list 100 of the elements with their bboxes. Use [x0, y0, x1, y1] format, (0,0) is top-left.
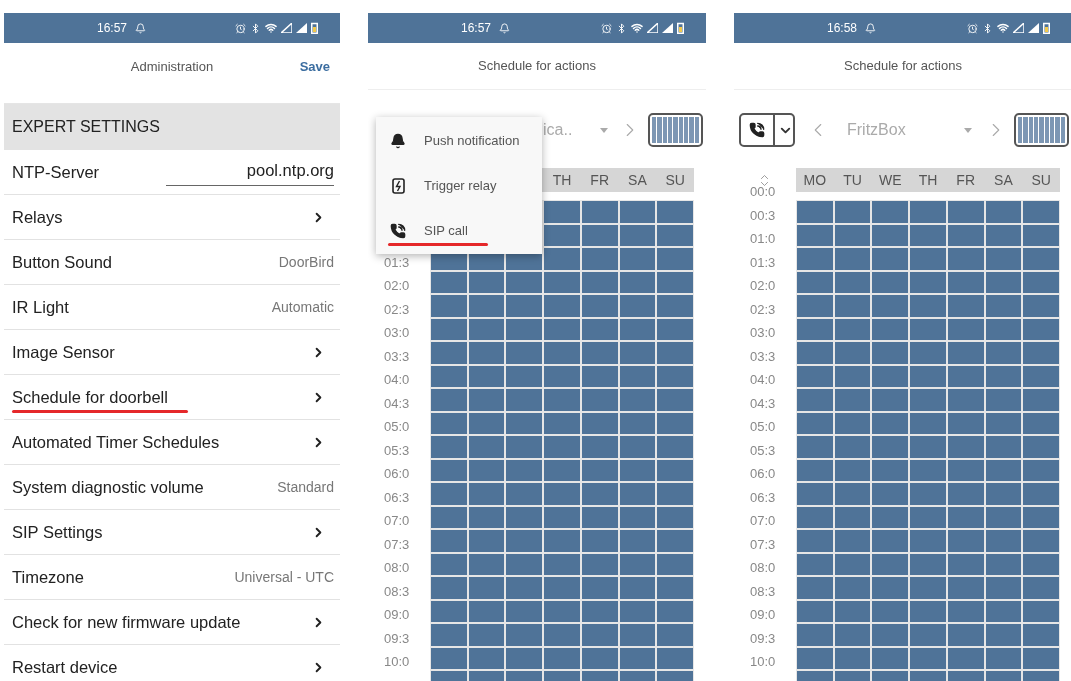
time-label: 09:0: [384, 608, 410, 622]
menu-item[interactable]: SIP call: [376, 208, 542, 253]
settings-row[interactable]: Relays: [4, 195, 340, 240]
settings-row[interactable]: Button Sound DoorBird: [4, 240, 340, 285]
menu-item-label: Trigger relay: [424, 176, 497, 195]
settings-row[interactable]: Image Sensor: [4, 330, 340, 375]
grid-view-button[interactable]: [1014, 113, 1069, 147]
menu-item[interactable]: Push notification: [376, 118, 542, 163]
time-label: 05:3: [750, 443, 776, 457]
battery-icon: [311, 22, 318, 34]
settings-row[interactable]: NTP-Server pool.ntp.org: [4, 150, 340, 195]
row-label: IR Light: [12, 296, 69, 318]
day-label: FR: [590, 170, 610, 190]
row-label: SIP Settings: [12, 521, 103, 543]
alarm-icon: [601, 22, 612, 34]
day-label: SU: [665, 170, 685, 190]
schedule-grid[interactable]: [796, 200, 1060, 681]
time-label: 10:0: [384, 655, 410, 669]
save-button[interactable]: Save: [299, 56, 330, 77]
bell-icon: [390, 132, 406, 149]
time-label: 01:0: [750, 232, 776, 246]
signal-icon: [647, 23, 658, 33]
input-field[interactable]: pool.ntp.org: [166, 158, 334, 186]
day-label: FR: [956, 170, 976, 190]
settings-row[interactable]: System diagnostic volume Standard: [4, 465, 340, 510]
row-label: Check for new firmware update: [12, 611, 241, 633]
battery-icon: [677, 22, 684, 34]
settings-row[interactable]: Check for new firmware update: [4, 600, 340, 645]
wifi-icon: [631, 22, 643, 34]
settings-row[interactable]: IR Light Automatic: [4, 285, 340, 330]
dropdown-caret-icon: [600, 127, 608, 133]
menu-item-label: SIP call: [424, 221, 469, 240]
dropdown-caret-icon: [964, 127, 972, 133]
section-header: EXPERT SETTINGS: [4, 104, 340, 150]
time-label: 09:3: [750, 631, 776, 645]
day-label: SA: [628, 170, 647, 190]
time-label: 03:0: [384, 326, 410, 340]
wifi-icon: [997, 22, 1009, 34]
notification-icon: [499, 22, 511, 34]
row-label: Relays: [12, 206, 63, 228]
day-label: SU: [1031, 170, 1051, 190]
screen-title: Administration: [130, 57, 214, 76]
settings-row[interactable]: Automated Timer Schedules: [4, 420, 340, 465]
time-label: 07:3: [384, 537, 410, 551]
time-label: 08:3: [384, 584, 410, 598]
grid-view-button[interactable]: [648, 113, 703, 147]
day-label: TH: [552, 170, 572, 190]
time-label: 05:3: [384, 443, 410, 457]
time-label: 00:3: [750, 208, 776, 222]
time-label: 06:3: [750, 490, 776, 504]
settings-row[interactable]: Timezone Universal - UTC: [4, 555, 340, 600]
day-label: WE: [879, 170, 902, 190]
screen-title: Schedule for actions: [844, 57, 962, 76]
time-label: 02:0: [750, 279, 776, 293]
time-label: 08:3: [750, 584, 776, 598]
time-label: 07:3: [750, 537, 776, 551]
status-time: 16:58: [827, 20, 858, 37]
time-label: 10:0: [750, 655, 776, 669]
day-label: SA: [994, 170, 1013, 190]
time-label: 02:0: [384, 279, 410, 293]
signal-icon: [296, 23, 307, 33]
time-label: 04:3: [750, 396, 776, 410]
time-label: 00:0: [750, 185, 776, 199]
time-label: 03:3: [384, 349, 410, 363]
time-label: 05:0: [750, 420, 776, 434]
time-label: 07:0: [384, 514, 410, 528]
bluetooth-icon: [250, 22, 261, 34]
time-label: 01:3: [750, 255, 776, 269]
settings-row[interactable]: Restart device: [4, 645, 340, 681]
time-label: 06:0: [750, 467, 776, 481]
time-label: 06:0: [384, 467, 410, 481]
day-label: MO: [803, 170, 827, 190]
time-label: 06:3: [384, 490, 410, 504]
row-value: Universal - UTC: [234, 567, 334, 587]
time-label: 04:0: [384, 373, 410, 387]
settings-row[interactable]: SIP Settings: [4, 510, 340, 555]
row-label: NTP-Server: [12, 161, 100, 183]
settings-row[interactable]: Schedule for doorbell: [4, 375, 340, 420]
screen-title: Schedule for actions: [478, 57, 596, 76]
time-label: 09:0: [750, 608, 776, 622]
status-time: 16:57: [461, 20, 492, 37]
time-label: 03:0: [750, 326, 776, 340]
row-label: Schedule for doorbell: [12, 386, 169, 408]
menu-item-label: Push notification: [424, 131, 520, 150]
time-label: 08:0: [750, 561, 776, 575]
wifi-icon: [265, 22, 277, 34]
time-label: 02:3: [384, 302, 410, 316]
time-label: 04:3: [384, 396, 410, 410]
signal-icon: [1028, 23, 1039, 33]
day-label: TU: [843, 170, 862, 190]
relay-icon: [391, 177, 405, 194]
status-time: 16:57: [97, 20, 128, 37]
action-type-button[interactable]: [739, 113, 795, 147]
row-value: Standard: [277, 477, 334, 497]
battery-icon: [1043, 22, 1050, 34]
phone-call-icon: [749, 122, 765, 138]
menu-item[interactable]: Trigger relay: [376, 163, 542, 208]
day-label: TH: [918, 170, 938, 190]
time-label: 05:0: [384, 420, 410, 434]
bluetooth-icon: [616, 22, 627, 34]
